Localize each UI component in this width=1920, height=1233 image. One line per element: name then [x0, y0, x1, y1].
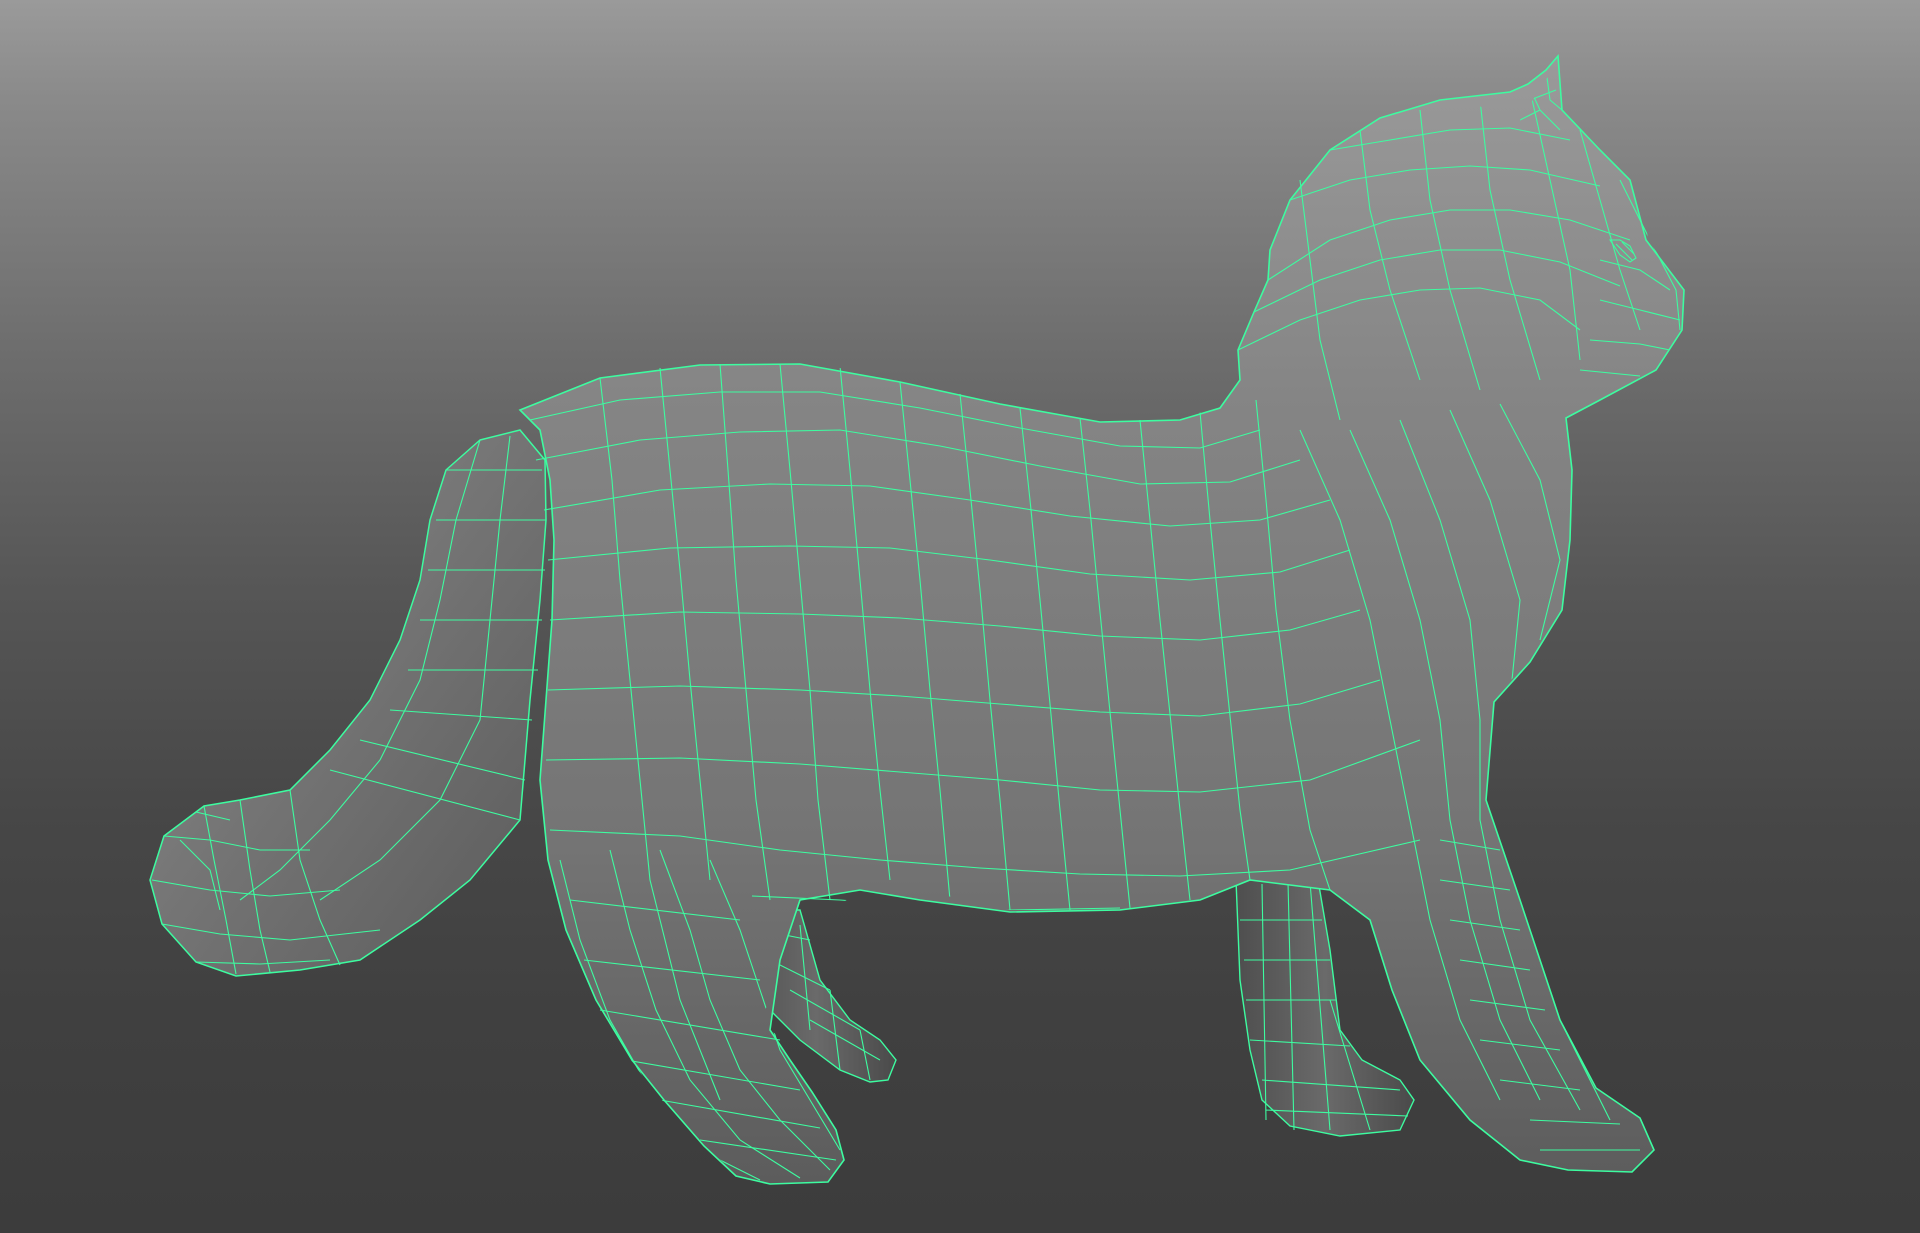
cat-body	[518, 54, 1685, 1185]
3d-viewport[interactable]	[0, 0, 1920, 1233]
tail	[149, 429, 547, 977]
viewport-scene	[149, 54, 1685, 1185]
